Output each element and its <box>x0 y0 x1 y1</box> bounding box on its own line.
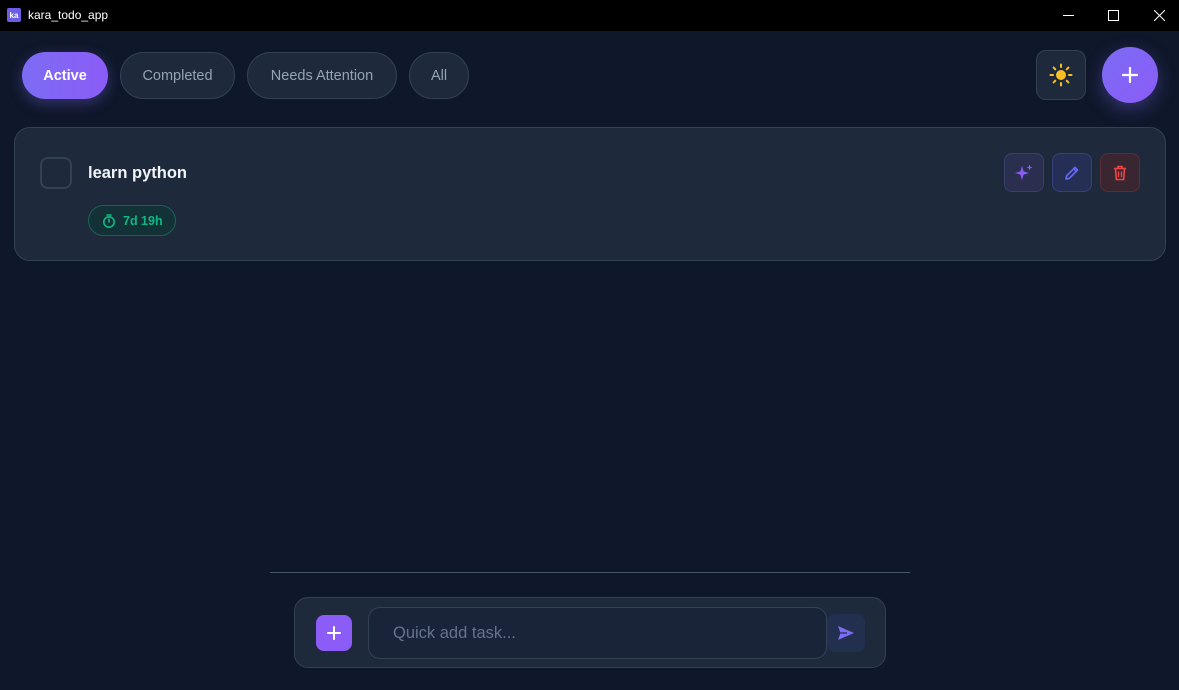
timer-icon <box>103 213 115 228</box>
close-button[interactable] <box>1136 0 1179 31</box>
divider <box>270 572 910 573</box>
sun-icon <box>1049 63 1073 87</box>
trash-icon <box>1114 165 1126 180</box>
plus-icon <box>327 626 341 640</box>
filter-needs-attention[interactable]: Needs Attention <box>247 52 397 99</box>
add-task-button[interactable] <box>1102 47 1158 103</box>
pencil-icon <box>1065 166 1079 180</box>
task-title: learn python <box>88 164 188 182</box>
send-icon <box>838 626 854 640</box>
task-card: learn python 7d 19h <box>14 127 1166 261</box>
send-button[interactable] <box>827 614 865 652</box>
app-icon: ka <box>7 8 21 22</box>
time-remaining-text: 7d 19h <box>123 213 163 228</box>
sparkle-icon <box>1015 164 1033 180</box>
theme-toggle-button[interactable] <box>1036 50 1086 100</box>
filter-completed[interactable]: Completed <box>120 52 235 99</box>
ai-assist-button[interactable] <box>1004 153 1044 192</box>
edit-task-button[interactable] <box>1052 153 1092 192</box>
filter-active[interactable]: Active <box>22 52 108 99</box>
title-bar: ka kara_todo_app <box>0 0 1179 31</box>
quick-add-input[interactable] <box>368 607 827 659</box>
time-remaining-badge: 7d 19h <box>88 205 176 236</box>
quick-add-options-button[interactable] <box>316 615 352 651</box>
filter-all[interactable]: All <box>409 52 469 99</box>
minimize-button[interactable] <box>1045 0 1091 31</box>
maximize-button[interactable] <box>1090 0 1136 31</box>
minimize-icon <box>1062 15 1074 16</box>
quick-add-bar <box>294 597 886 668</box>
maximize-icon <box>1107 10 1119 21</box>
close-icon <box>1153 10 1165 21</box>
window-title: kara_todo_app <box>28 8 109 22</box>
task-checkbox[interactable] <box>40 157 72 189</box>
delete-task-button[interactable] <box>1100 153 1140 192</box>
plus-icon <box>1121 66 1139 84</box>
